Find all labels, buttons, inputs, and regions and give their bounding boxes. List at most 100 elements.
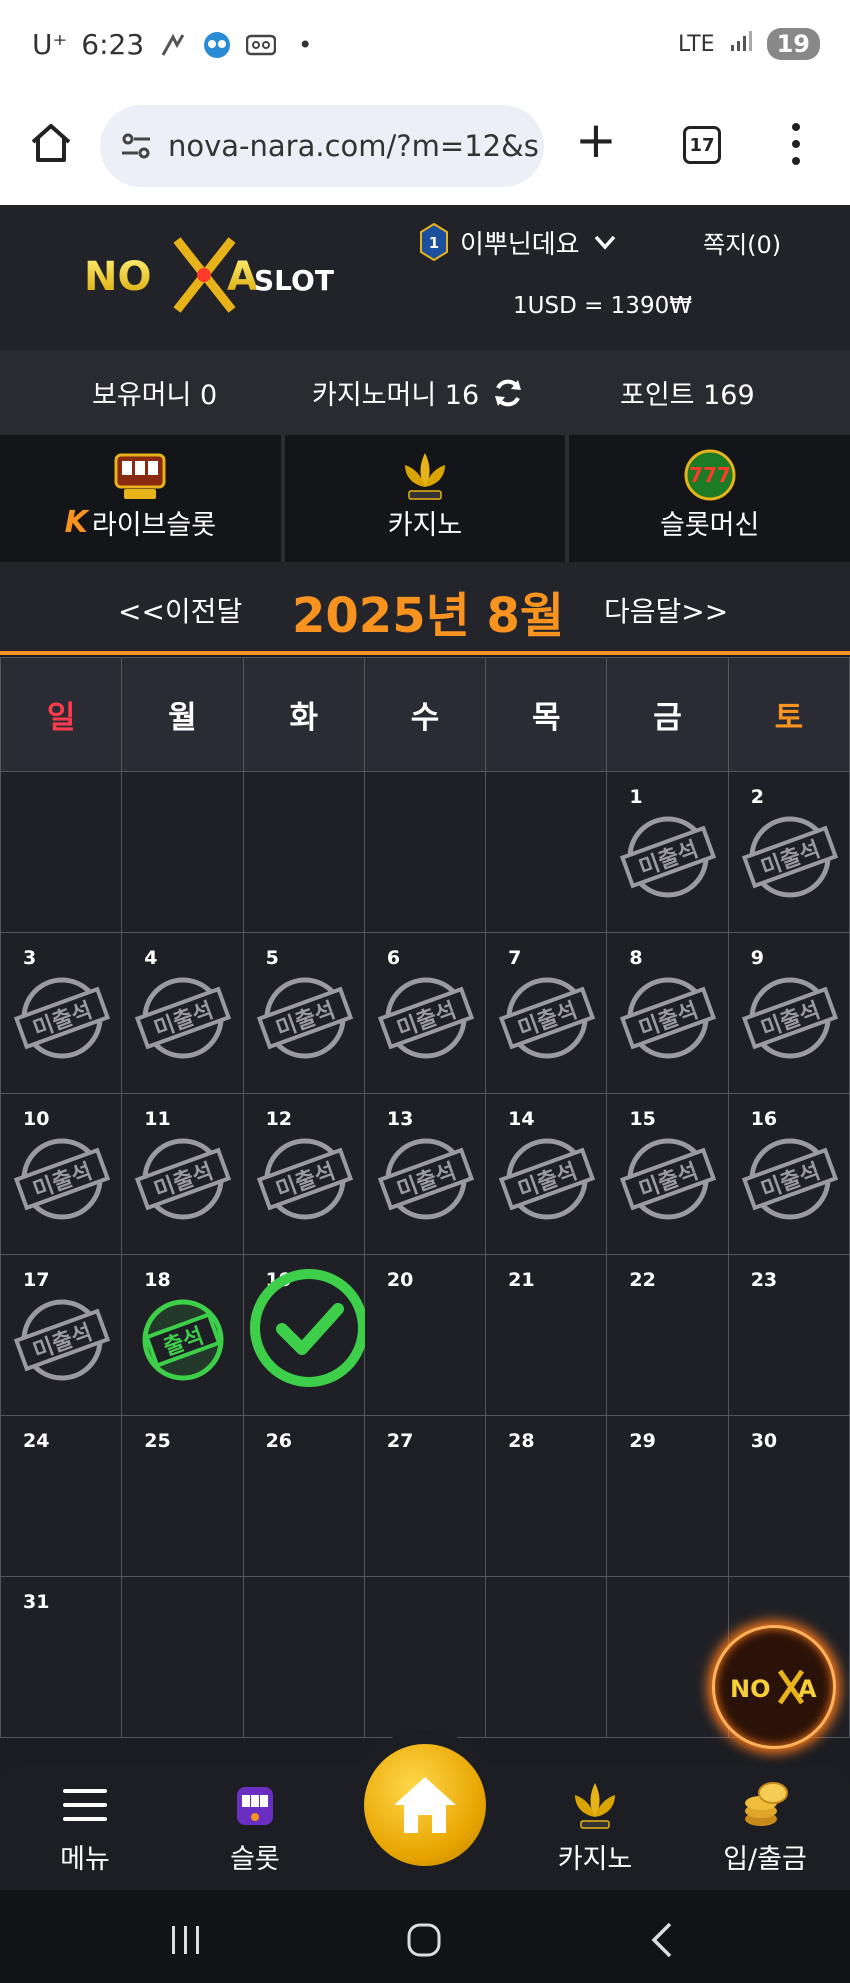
svg-text:1: 1 bbox=[429, 234, 439, 252]
svg-text:NO: NO bbox=[84, 254, 151, 300]
slot-machine-icon bbox=[237, 1787, 273, 1825]
points: 포인트 169 bbox=[620, 380, 755, 411]
current-month: 2025년 8월 bbox=[292, 588, 565, 644]
category-slot-machine[interactable]: 777 슬롯머신 bbox=[569, 435, 850, 562]
home-icon[interactable] bbox=[28, 120, 74, 166]
weekday-header: 토 bbox=[727, 657, 850, 772]
site-header: NO A SLOT 1 이뿌닌데요 쪽지(0) 1USD = 1390₩ bbox=[0, 205, 850, 350]
chevron-down-icon[interactable] bbox=[592, 229, 618, 255]
calendar-day-cell: 15 미출석 bbox=[606, 1093, 729, 1255]
k-logo-mark: K bbox=[64, 505, 88, 540]
absent-stamp: 미출석 bbox=[499, 977, 596, 1059]
calendar-day-cell: 17 미출석 bbox=[0, 1254, 123, 1416]
nav-deposit[interactable]: 입/출금 bbox=[695, 1779, 835, 1876]
calendar-week-row: 10 미출석 11 미출석 12 미출석 13 미출석 14 미출석 15 미출석 16 미출석 bbox=[0, 1093, 850, 1255]
day-number: 11 bbox=[144, 1108, 171, 1130]
network-label: LTE bbox=[678, 31, 715, 57]
weekday-header-row: 일월화수목금토 bbox=[0, 657, 850, 772]
category-label: 카지노 bbox=[387, 510, 463, 541]
address-bar[interactable]: nova-nara.com/?m=12&s bbox=[100, 105, 544, 187]
absent-stamp: 미출석 bbox=[620, 1138, 717, 1220]
day-number: 21 bbox=[508, 1269, 535, 1291]
messages-link[interactable]: 쪽지(0) bbox=[703, 225, 781, 260]
day-number: 8 bbox=[629, 947, 643, 969]
calendar-day-cell: 28 bbox=[485, 1415, 608, 1577]
username: 이뿌닌데요 bbox=[460, 229, 580, 260]
tab-count-button[interactable]: 17 bbox=[683, 126, 721, 164]
day-number: 18 bbox=[144, 1269, 171, 1291]
calendar-week-row: 3 미출석 4 미출석 5 미출석 6 미출석 7 미출석 8 미출석 9 미출석 bbox=[0, 932, 850, 1094]
new-tab-button[interactable]: + bbox=[575, 115, 617, 165]
day-number: 29 bbox=[629, 1430, 656, 1452]
category-label: 라이브슬롯 bbox=[91, 510, 217, 541]
absent-stamp: 미출석 bbox=[256, 1138, 353, 1220]
svg-text:A: A bbox=[798, 1675, 817, 1703]
day-number: 5 bbox=[265, 947, 279, 969]
casino-lotus-icon bbox=[575, 1783, 615, 1829]
home-nav-icon[interactable] bbox=[404, 1920, 444, 1960]
calendar-day-cell: 14 미출석 bbox=[485, 1093, 608, 1255]
day-number: 27 bbox=[386, 1430, 414, 1452]
casino-money: 카지노머니 16 bbox=[312, 380, 480, 411]
absent-stamp: 미출석 bbox=[499, 1138, 596, 1220]
absent-stamp: 미출석 bbox=[13, 1138, 111, 1220]
svg-text:SLOT: SLOT bbox=[254, 264, 334, 297]
category-casino[interactable]: 카지노 bbox=[284, 435, 570, 562]
calendar-empty-cell bbox=[363, 771, 487, 933]
nova-floating-button[interactable]: NO A bbox=[712, 1625, 836, 1749]
calendar-empty-cell bbox=[363, 1576, 487, 1738]
prev-month-button[interactable]: <<이전달 bbox=[118, 590, 242, 630]
calendar-day-cell: 10 미출석 bbox=[0, 1093, 123, 1255]
day-number: 13 bbox=[386, 1108, 414, 1130]
calendar-day-cell: 27 bbox=[363, 1415, 487, 1577]
nova-slot-logo[interactable]: NO A SLOT bbox=[82, 230, 352, 320]
site-settings-icon[interactable] bbox=[118, 128, 154, 164]
nav-slot-label: 슬롯 bbox=[230, 1844, 280, 1875]
calendar-empty-cell bbox=[242, 771, 365, 933]
holding-money: 보유머니 0 bbox=[92, 380, 218, 411]
user-info[interactable]: 1 이뿌닌데요 bbox=[420, 223, 618, 261]
slot-777-icon: 777 bbox=[684, 449, 736, 501]
calendar-empty-cell bbox=[606, 1576, 729, 1738]
weekday-header: 수 bbox=[363, 657, 487, 772]
calendar-day-cell: 8 미출석 bbox=[606, 932, 729, 1094]
more-menu-icon[interactable] bbox=[790, 119, 802, 169]
recent-apps-icon[interactable] bbox=[166, 1920, 206, 1960]
day-number: 23 bbox=[750, 1269, 778, 1291]
signal-icon bbox=[729, 29, 753, 59]
absent-stamp: 미출석 bbox=[741, 1138, 838, 1220]
calendar-week-row: 24 25 26 27 28 29 30 bbox=[0, 1415, 850, 1577]
day-number: 10 bbox=[23, 1108, 50, 1130]
nova-logo-icon: NO A bbox=[730, 1669, 817, 1705]
calendar-day-cell: 24 bbox=[0, 1415, 123, 1577]
day-number: 1 bbox=[629, 786, 643, 808]
calendar-day-cell: 20 bbox=[363, 1254, 487, 1416]
svg-text:NO: NO bbox=[730, 1675, 771, 1703]
calendar-day-cell: 12 미출석 bbox=[242, 1093, 365, 1255]
nav-menu[interactable]: 메뉴 bbox=[15, 1779, 155, 1876]
nav-casino[interactable]: 카지노 bbox=[525, 1779, 665, 1876]
refresh-icon[interactable] bbox=[491, 376, 525, 410]
day-number: 9 bbox=[750, 947, 764, 969]
day-number: 7 bbox=[508, 947, 522, 969]
present-stamp: 출석 bbox=[142, 1299, 224, 1381]
absent-stamp: 미출석 bbox=[377, 1138, 474, 1220]
calendar-day-cell: 9 미출석 bbox=[727, 932, 850, 1094]
day-number: 22 bbox=[629, 1269, 656, 1291]
category-live-slot[interactable]: K 라이브슬롯 bbox=[0, 435, 285, 562]
casino-lotus-icon bbox=[405, 453, 445, 500]
nav-slot[interactable]: 슬롯 bbox=[185, 1779, 325, 1876]
checkmark-icon[interactable] bbox=[246, 1265, 372, 1391]
back-icon[interactable] bbox=[644, 1920, 684, 1960]
calendar-day-cell: 16 미출석 bbox=[727, 1093, 850, 1255]
day-number: 4 bbox=[144, 947, 158, 969]
calendar-day-cell: 22 bbox=[606, 1254, 729, 1416]
calendar-day-cell: 23 bbox=[727, 1254, 850, 1416]
next-month-button[interactable]: 다음달>> bbox=[604, 590, 728, 630]
calendar-day-cell: 25 bbox=[121, 1415, 244, 1577]
calendar-empty-cell bbox=[0, 771, 123, 933]
category-nav: K 라이브슬롯 카지노 777 슬롯머신 bbox=[0, 435, 850, 562]
calendar-day-cell: 11 미출석 bbox=[121, 1093, 244, 1255]
browser-toolbar: nova-nara.com/?m=12&s + 17 bbox=[0, 95, 850, 205]
home-button[interactable] bbox=[350, 1730, 500, 1880]
